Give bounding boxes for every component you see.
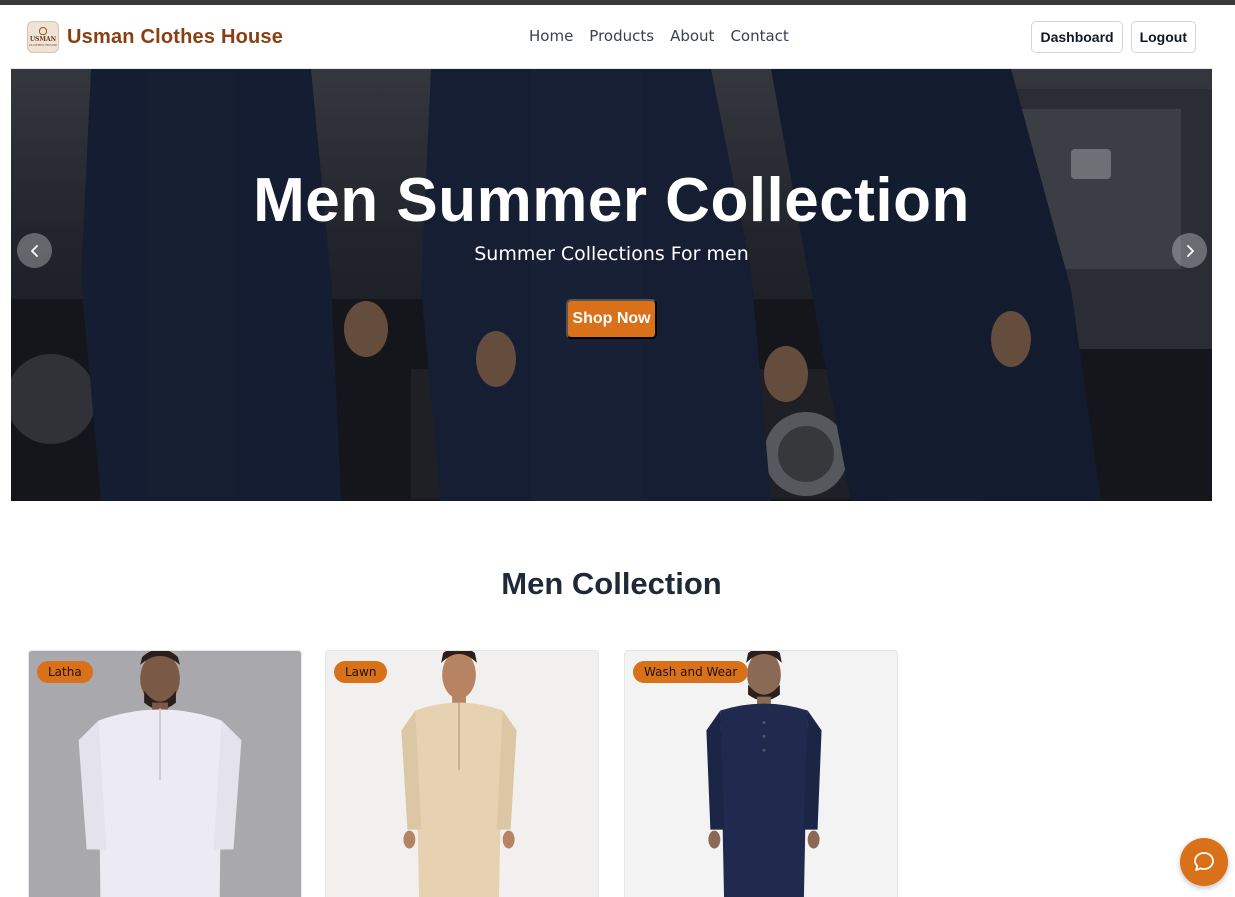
logo-subtext: CLOTHES HOUSE [28, 43, 58, 47]
logo-text: USMAN [29, 36, 57, 43]
hero-title: Men Summer Collection [253, 166, 970, 235]
product-card[interactable]: Lawn [325, 650, 599, 897]
shop-now-button[interactable]: Shop Now [566, 299, 657, 339]
chevron-right-icon [1186, 244, 1194, 257]
hero-carousel: Men Summer Collection Summer Collections… [11, 69, 1212, 501]
brand-name[interactable]: Usman Clothes House [67, 26, 283, 49]
product-image [625, 651, 897, 897]
logout-button[interactable]: Logout [1130, 21, 1196, 53]
product-card[interactable]: Wash and Wear [624, 650, 898, 897]
chat-button[interactable] [1180, 838, 1228, 886]
nav-link-contact[interactable]: Contact [730, 27, 788, 45]
brand-logo: USMAN CLOTHES HOUSE [27, 21, 59, 53]
product-image [326, 651, 598, 897]
carousel-next-button[interactable] [1172, 233, 1207, 268]
carousel-prev-button[interactable] [17, 233, 52, 268]
section-title: Men Collection [501, 566, 722, 601]
nav-link-home[interactable]: Home [529, 27, 573, 45]
category-badge: Wash and Wear [633, 661, 749, 683]
nav-links: Home Products About Contact [529, 27, 789, 45]
navbar: USMAN CLOTHES HOUSE Usman Clothes House … [11, 5, 1212, 69]
brand[interactable]: USMAN CLOTHES HOUSE Usman Clothes House [27, 21, 283, 53]
nav-link-about[interactable]: About [670, 27, 714, 45]
dashboard-button[interactable]: Dashboard [1031, 21, 1123, 53]
nav-link-products[interactable]: Products [589, 27, 654, 45]
product-image [29, 651, 301, 897]
hero-overlay [11, 69, 1212, 501]
hero-subtitle: Summer Collections For men [474, 243, 749, 265]
chat-bubble-icon [1194, 852, 1214, 871]
product-card[interactable]: Latha [28, 650, 302, 897]
category-badge: Lawn [334, 661, 388, 683]
chevron-left-icon [30, 244, 38, 257]
nav-actions: Dashboard Logout [1031, 21, 1196, 53]
category-badge: Latha [37, 661, 93, 683]
logo-crest-icon [39, 27, 47, 35]
